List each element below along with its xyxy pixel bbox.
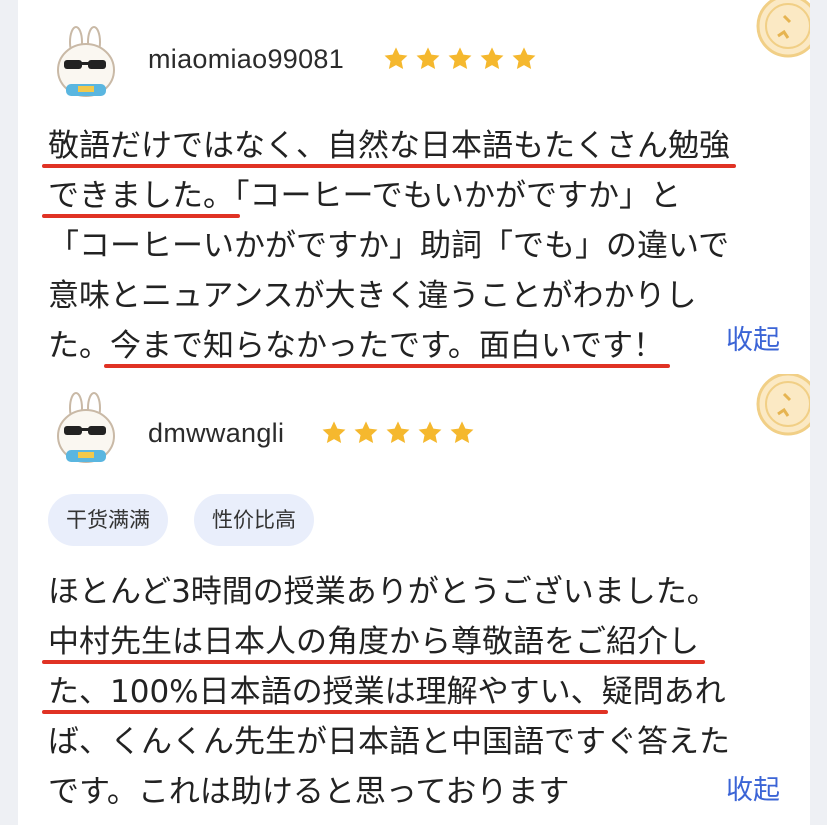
star-icon — [450, 421, 474, 444]
avatar[interactable] — [48, 392, 126, 470]
review-text-segment: た。 — [48, 328, 110, 364]
review-text-segment: ば、くんくん先生が日本語と中国語ですぐ答えた — [48, 724, 730, 760]
star-icon — [322, 421, 346, 444]
collapse-link[interactable]: 收起 — [726, 768, 780, 807]
review-line: 中村先生は日本人の角度から尊敬語をご紹介し — [48, 617, 788, 667]
avatar[interactable] — [48, 26, 126, 104]
review-line: 「コーヒーいかがですか」助詞「でも」の違いで — [48, 221, 788, 271]
review-line: できました。「コーヒーでもいかがですか」と — [48, 171, 788, 221]
review-text-segment: です。これは助けると思っております — [48, 774, 570, 810]
underlined-text: 中村先生は日本人の角度から尊敬語をご紹介し — [48, 624, 699, 660]
review-line: ほとんど3時間の授業ありがとうございました。 — [48, 567, 788, 617]
review-text-segment: 意味とニュアンスが大きく違うことがわかりし — [48, 278, 697, 314]
collapse-link[interactable]: 收起 — [726, 318, 780, 357]
username[interactable]: dmwwangli — [148, 418, 284, 449]
star-icon — [416, 47, 440, 70]
quality-badge-icon — [756, 0, 810, 58]
review-text-segment: 疑問あれ — [601, 674, 726, 710]
star-icon — [386, 421, 410, 444]
review-text: 敬語だけではなく、自然な日本語もたくさん勉強 できました。「コーヒーでもいかがです… — [48, 121, 788, 371]
review-line: た、100%日本語の授業は理解やすい、疑問あれ — [48, 667, 788, 717]
review-card: miaomiao99081 敬語だけではなく、自然な日本語もたくさん勉強 できまし… — [18, 0, 810, 372]
underlined-text: 敬語だけではなく、自然な日本語もたくさん勉強 — [48, 128, 730, 164]
review-text-segment: ほとんど3時間の授業ありがとうございました。 — [48, 574, 718, 610]
quality-badge-icon — [756, 374, 810, 436]
review-text: ほとんど3時間の授業ありがとうございました。 中村先生は日本人の角度から尊敬語をご… — [48, 567, 788, 817]
review-line: 意味とニュアンスが大きく違うことがわかりし — [48, 271, 788, 321]
tag-chip[interactable]: 性价比高 — [194, 494, 314, 546]
username[interactable]: miaomiao99081 — [148, 44, 344, 75]
star-icon — [418, 421, 442, 444]
star-icon — [480, 47, 504, 70]
star-icon — [512, 47, 536, 70]
rating-stars — [320, 419, 476, 447]
review-line: ば、くんくん先生が日本語と中国語ですぐ答えた — [48, 717, 788, 767]
review-line: です。これは助けると思っております — [48, 767, 788, 817]
review-line: 敬語だけではなく、自然な日本語もたくさん勉強 — [48, 121, 788, 171]
rating-stars — [382, 45, 538, 73]
star-icon — [354, 421, 378, 444]
star-icon — [384, 47, 408, 70]
underlined-text: た、100%日本語の授業は理解やすい、 — [48, 674, 602, 710]
star-icon — [448, 47, 472, 70]
tag-chip[interactable]: 干货满满 — [48, 494, 168, 546]
underlined-text: 今まで知らなかったです。面白いです！ — [110, 328, 664, 364]
review-text-segment: 「コーヒーいかがですか」助詞「でも」の違いで — [48, 228, 730, 264]
review-text-segment: 「コーヒーでもいかがですか」と — [234, 178, 682, 214]
review-card: dmwwangli 干货满满 性价比高 ほとんど3時間の授業ありがとうございまし… — [18, 372, 810, 825]
underlined-text: できました。 — [48, 178, 234, 214]
review-line: た。今まで知らなかったです。面白いです！ — [48, 321, 788, 371]
